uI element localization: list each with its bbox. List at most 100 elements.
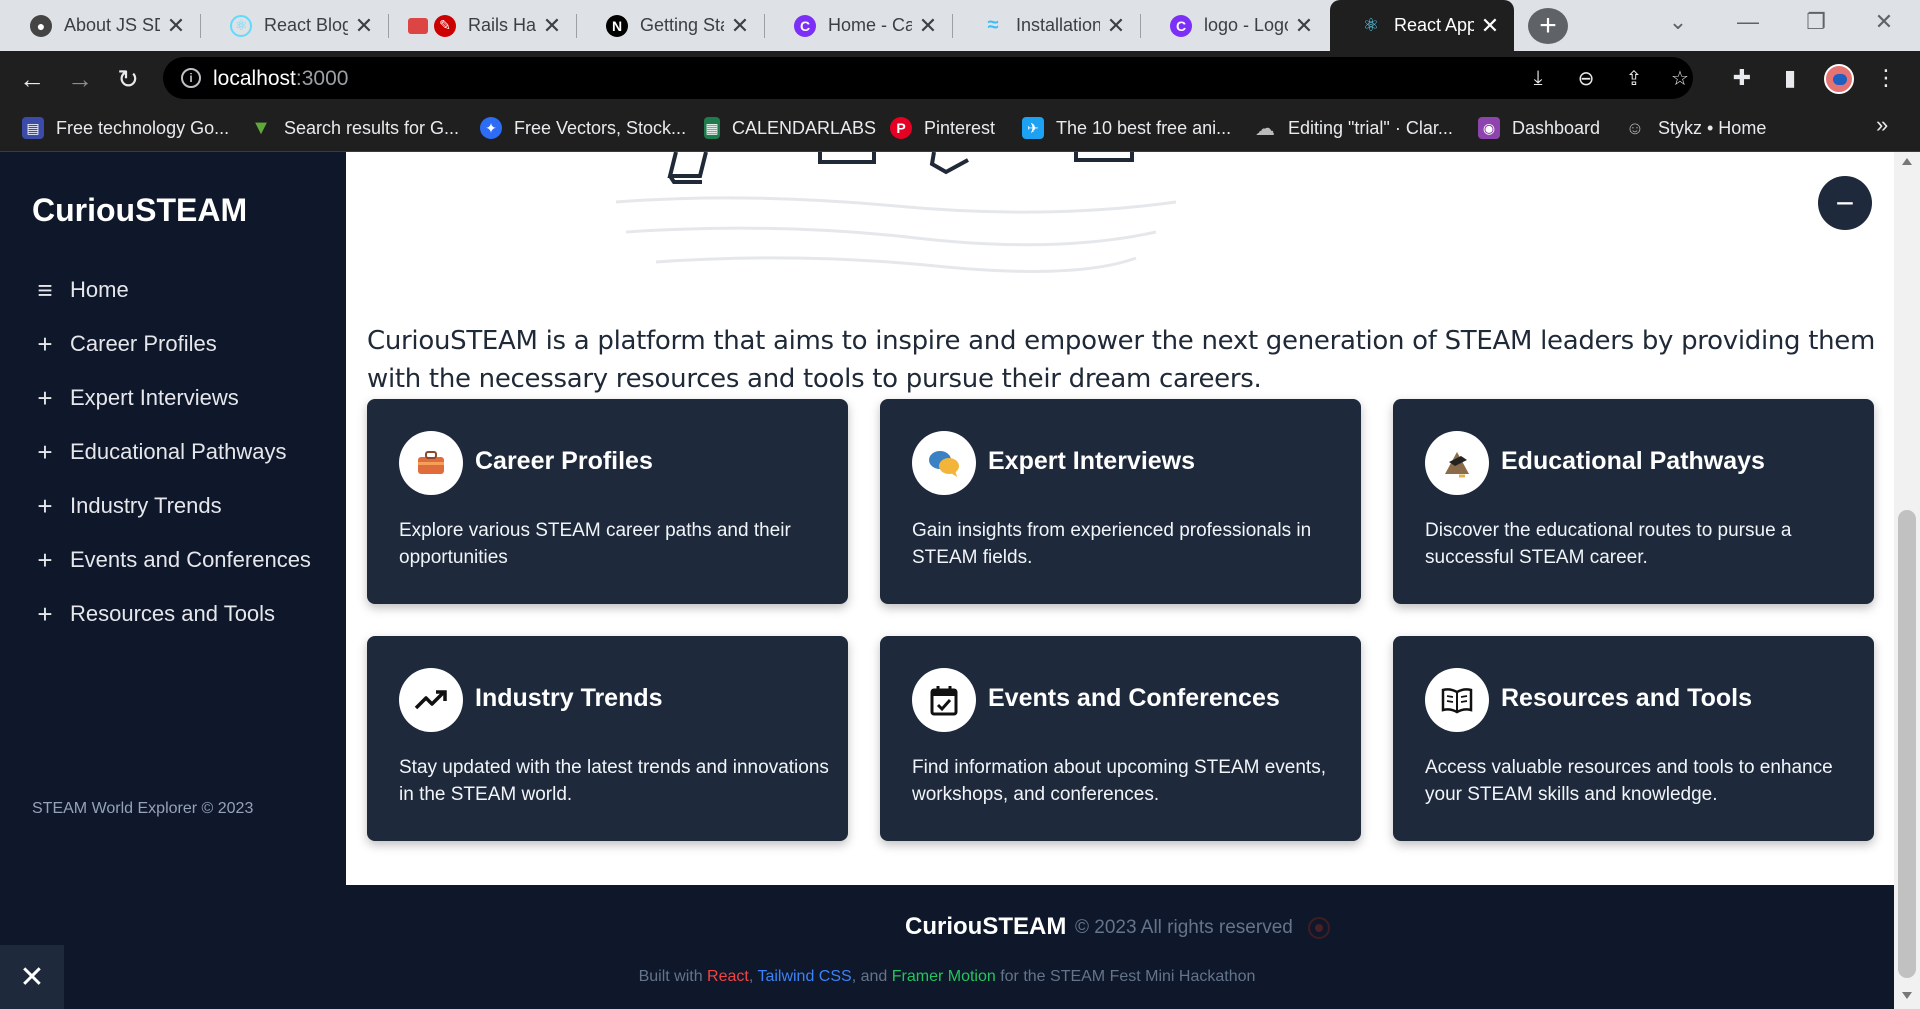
minus-icon: − bbox=[1835, 185, 1855, 221]
browser-tab[interactable]: ≈ Installation ✕ bbox=[952, 0, 1140, 51]
close-tab-icon[interactable]: ✕ bbox=[1480, 13, 1500, 39]
plus-icon: + bbox=[37, 599, 53, 629]
menu-icon: ≡ bbox=[37, 275, 53, 305]
close-tab-icon[interactable]: ✕ bbox=[354, 13, 374, 39]
bookmark-item[interactable]: ▦ CALENDARLABS bbox=[704, 115, 876, 141]
rails-icon: ✎ bbox=[434, 14, 456, 37]
side-panel-icon[interactable]: ▮ bbox=[1776, 64, 1804, 92]
card-career-profiles[interactable]: Career Profiles Explore various STEAM ca… bbox=[367, 399, 848, 604]
pinterest-icon: P bbox=[890, 117, 912, 139]
bookmark-item[interactable]: ☺ Stykz • Home bbox=[1624, 115, 1767, 141]
tailwind-link[interactable]: Tailwind CSS bbox=[757, 968, 851, 985]
card-educational-pathways[interactable]: Educational Pathways Discover the educat… bbox=[1393, 399, 1874, 604]
page-footer: CuriouSTEAM © 2023 All rights reserved B… bbox=[0, 885, 1894, 1009]
close-tab-icon[interactable]: ✕ bbox=[1294, 13, 1314, 39]
close-tab-icon[interactable]: ✕ bbox=[542, 13, 562, 39]
card-events-and-conferences[interactable]: Events and Conferences Find information … bbox=[880, 636, 1361, 841]
sidebar-item-resources-and-tools[interactable]: + Resources and Tools bbox=[32, 597, 275, 631]
dribbble-icon[interactable] bbox=[1308, 917, 1330, 939]
dashboard-icon: ◉ bbox=[1478, 117, 1500, 139]
share-icon[interactable]: ⇪ bbox=[1621, 65, 1647, 91]
install-app-icon[interactable]: ⤓ bbox=[1525, 65, 1551, 91]
close-window-button[interactable]: ✕ bbox=[1854, 0, 1914, 44]
back-icon[interactable]: ← bbox=[16, 63, 48, 95]
bookmark-item[interactable]: ✦ Free Vectors, Stock... bbox=[480, 115, 686, 141]
new-tab-button[interactable]: + bbox=[1528, 8, 1568, 44]
page-scrollbar[interactable] bbox=[1894, 152, 1920, 1009]
more-bookmarks-icon[interactable]: » bbox=[1876, 112, 1888, 138]
framer-motion-link[interactable]: Framer Motion bbox=[892, 968, 996, 985]
sidebar-brand[interactable]: CuriouSTEAM bbox=[32, 192, 247, 229]
browser-toolbar: ← → ↻ i localhost:3000 ⤓ ⊖ ⇪ ☆ ✚ ▮ ⋮ bbox=[0, 51, 1920, 105]
nextjs-icon: N bbox=[606, 14, 628, 37]
extensions-icon[interactable]: ✚ bbox=[1728, 64, 1756, 92]
sidebar-item-educational-pathways[interactable]: + Educational Pathways bbox=[32, 435, 286, 469]
sidebar-item-expert-interviews[interactable]: + Expert Interviews bbox=[32, 381, 238, 415]
bird-icon: ✈ bbox=[1022, 117, 1044, 139]
bookmark-item[interactable]: ☁ Editing "trial" · Clar... bbox=[1254, 115, 1453, 141]
sidebar-item-home[interactable]: ≡ Home bbox=[32, 273, 128, 307]
briefcase-icon bbox=[399, 431, 463, 495]
plus-icon: + bbox=[37, 329, 53, 359]
scroll-thumb[interactable] bbox=[1898, 510, 1916, 978]
main-content: − CuriouSTEAM is a platform that aims to… bbox=[346, 152, 1894, 885]
browser-tab[interactable]: ⚛ React Blog - ✕ bbox=[200, 0, 388, 51]
reload-icon[interactable]: ↻ bbox=[112, 63, 144, 95]
bookmark-item[interactable]: ▤ Free technology Go... bbox=[22, 115, 229, 141]
plus-icon: + bbox=[37, 545, 53, 575]
scroll-up-arrow[interactable] bbox=[1902, 158, 1912, 165]
close-icon: ✕ bbox=[19, 960, 45, 994]
address-bar[interactable]: i localhost:3000 ⤓ ⊖ ⇪ ☆ bbox=[163, 57, 1693, 99]
hero-illustration bbox=[615, 152, 1177, 273]
bookmark-item[interactable]: ▼ Search results for G... bbox=[250, 115, 459, 141]
sidebar-item-industry-trends[interactable]: + Industry Trends bbox=[32, 489, 221, 523]
more-menu-icon[interactable]: ⋮ bbox=[1872, 64, 1900, 92]
scroll-down-arrow[interactable] bbox=[1902, 992, 1912, 999]
close-tab-icon[interactable]: ✕ bbox=[1106, 13, 1126, 39]
tab-search-icon[interactable]: ⌄ bbox=[1648, 0, 1708, 44]
forward-icon[interactable]: → bbox=[64, 63, 96, 95]
url-text[interactable]: localhost:3000 bbox=[213, 67, 348, 91]
bookmark-item[interactable]: P Pinterest bbox=[890, 115, 995, 141]
sidebar-footer: STEAM World Explorer © 2023 bbox=[32, 800, 254, 817]
calendar-check-icon bbox=[912, 668, 976, 732]
bookmark-star-icon[interactable]: ☆ bbox=[1667, 65, 1693, 91]
sidebar-item-career-profiles[interactable]: + Career Profiles bbox=[32, 327, 216, 361]
restore-button[interactable]: ❐ bbox=[1786, 0, 1846, 44]
stykz-icon: ☺ bbox=[1625, 117, 1645, 138]
browser-tab-active[interactable]: ⚛ React App ✕ bbox=[1330, 0, 1514, 51]
speech-bubbles-icon bbox=[912, 431, 976, 495]
browser-tab[interactable]: ● About JS SD ✕ bbox=[0, 0, 200, 51]
bookmark-icon: ▤ bbox=[22, 117, 44, 139]
close-tab-icon[interactable]: ✕ bbox=[918, 13, 938, 39]
close-sidebar-button[interactable]: ✕ bbox=[0, 945, 64, 1009]
profile-avatar[interactable] bbox=[1824, 64, 1854, 94]
bookmark-item[interactable]: ◉ Dashboard bbox=[1478, 115, 1600, 141]
tab-strip: ● About JS SD ✕ ⚛ React Blog - ✕ ✎ Rails… bbox=[0, 0, 1920, 51]
vectorcraft-icon: ▼ bbox=[251, 116, 271, 139]
plus-icon: + bbox=[37, 383, 53, 413]
card-expert-interviews[interactable]: Expert Interviews Gain insights from exp… bbox=[880, 399, 1361, 604]
browser-tab[interactable]: C logo - Logo ✕ bbox=[1140, 0, 1328, 51]
close-tab-icon[interactable]: ✕ bbox=[730, 13, 750, 39]
trending-up-icon bbox=[399, 668, 463, 732]
zoom-icon[interactable]: ⊖ bbox=[1573, 65, 1599, 91]
canva-icon: C bbox=[1170, 14, 1192, 37]
github-icon: ● bbox=[30, 14, 52, 37]
sidebar-item-events-and-conferences[interactable]: + Events and Conferences bbox=[32, 543, 311, 577]
bookmark-item[interactable]: ✈ The 10 best free ani... bbox=[1022, 115, 1231, 141]
site-info-icon[interactable]: i bbox=[181, 68, 201, 88]
freepik-icon: ✦ bbox=[480, 117, 502, 139]
collapse-button[interactable]: − bbox=[1818, 176, 1872, 230]
card-industry-trends[interactable]: Industry Trends Stay updated with the la… bbox=[367, 636, 848, 841]
footer-brand[interactable]: CuriouSTEAM bbox=[905, 913, 1066, 941]
browser-tab[interactable]: ✎ Rails Ha ✕ bbox=[388, 0, 576, 51]
book-icon bbox=[1425, 668, 1489, 732]
browser-tab[interactable]: C Home - Car ✕ bbox=[764, 0, 952, 51]
close-tab-icon[interactable]: ✕ bbox=[166, 13, 186, 39]
card-resources-and-tools[interactable]: Resources and Tools Access valuable reso… bbox=[1393, 636, 1874, 841]
minimize-button[interactable]: — bbox=[1718, 0, 1778, 44]
bookmarks-bar: ▤ Free technology Go... ▼ Search results f… bbox=[0, 105, 1920, 152]
browser-tab[interactable]: N Getting Star ✕ bbox=[576, 0, 764, 51]
react-link[interactable]: React bbox=[707, 968, 749, 985]
